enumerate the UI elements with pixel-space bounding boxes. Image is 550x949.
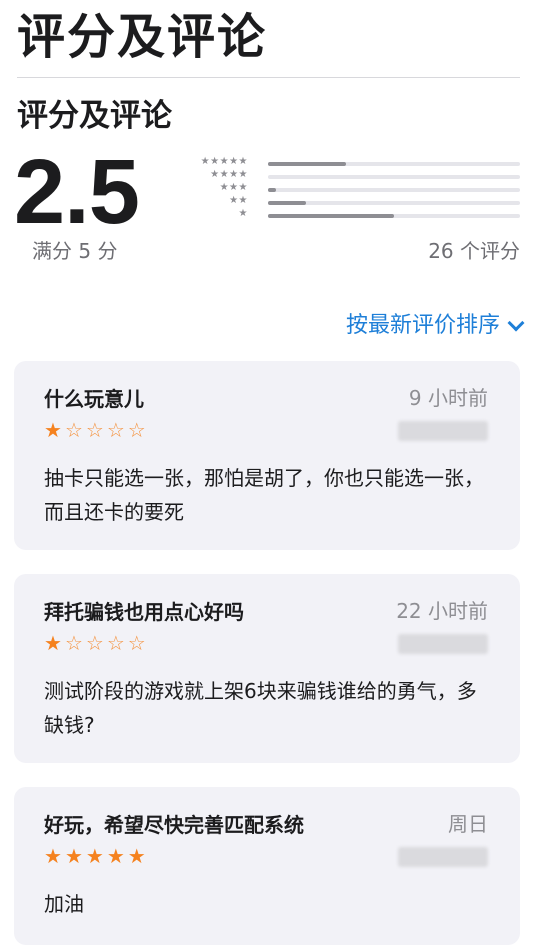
star-filled-icon: ★ [85, 844, 104, 868]
histogram-track-1 [268, 214, 520, 218]
review-body: 抽卡只能选一张，那怕是胡了，你也只能选一张，而且还卡的要死 [44, 466, 484, 524]
star-filled-icon: ★ [64, 844, 83, 868]
average-rating: 2.5 [14, 141, 140, 243]
histogram-track-4 [268, 175, 520, 179]
star-filled-icon: ★ [106, 844, 125, 868]
review-author-blurred [398, 634, 488, 654]
star-empty-icon: ☆ [127, 418, 146, 442]
rating-count: 26 个评分 [428, 239, 520, 263]
star-empty-icon: ☆ [64, 631, 83, 655]
histogram-track-2 [268, 201, 520, 205]
histogram-stars-2: ★★ [229, 195, 248, 206]
star-empty-icon: ☆ [64, 418, 83, 442]
review-date: 周日 [448, 812, 488, 836]
review-author-blurred [398, 847, 488, 867]
histogram-track-5 [268, 162, 520, 166]
review-card[interactable]: 什么玩意儿 9 小时前 ★ ☆ ☆ ☆ ☆ 抽卡只能选一张，那怕是胡了，你也只能选一张，… [14, 361, 520, 550]
histogram-stars-5: ★★★★★ [200, 156, 248, 167]
histogram-bar-3 [268, 188, 276, 192]
star-filled-icon: ★ [127, 844, 146, 868]
histogram-row-2: ★★ [182, 195, 520, 209]
review-stars: ★ ★ ★ ★ ★ [44, 843, 146, 869]
histogram-bar-1 [268, 214, 394, 218]
sort-button[interactable]: 按最新评价排序 [345, 309, 525, 343]
review-stars: ★ ☆ ☆ ☆ ☆ [44, 630, 146, 656]
histogram-stars-4: ★★★★ [210, 169, 248, 180]
ratings-section-title: 评分及评论 [17, 98, 172, 134]
review-card[interactable]: 好玩，希望尽快完善匹配系统 周日 ★ ★ ★ ★ ★ 加油 [14, 787, 520, 945]
star-empty-icon: ☆ [85, 418, 104, 442]
star-filled-icon: ★ [44, 631, 62, 655]
histogram-bar-2 [268, 201, 306, 205]
page-title: 评分及评论 [17, 9, 268, 65]
star-filled-icon: ★ [44, 418, 62, 442]
review-title: 什么玩意儿 [44, 387, 144, 411]
review-card[interactable]: 拜托骗钱也用点心好吗 22 小时前 ★ ☆ ☆ ☆ ☆ 测试阶段的游戏就上架6块来骗钱谁… [14, 574, 520, 763]
histogram-stars-1: ★ [238, 208, 248, 219]
sort-label: 按最新评价排序 [345, 313, 500, 338]
star-empty-icon: ☆ [106, 418, 125, 442]
histogram-row-1: ★ [182, 208, 520, 222]
star-empty-icon: ☆ [106, 631, 125, 655]
rating-scale-label: 满分 5 分 [32, 239, 118, 263]
star-empty-icon: ☆ [127, 631, 146, 655]
review-date: 22 小时前 [396, 599, 488, 623]
review-author-blurred [398, 421, 488, 441]
chevron-down-icon [507, 314, 525, 332]
review-title: 拜托骗钱也用点心好吗 [44, 600, 244, 624]
review-body: 测试阶段的游戏就上架6块来骗钱谁给的勇气，多缺钱? [44, 679, 477, 737]
histogram-bar-5 [268, 162, 347, 166]
review-title: 好玩，希望尽快完善匹配系统 [44, 813, 304, 837]
histogram-track-3 [268, 188, 520, 192]
rating-histogram: ★★★★★ ★★★★ ★★★ ★★ ★ [182, 156, 520, 222]
title-divider [17, 77, 520, 78]
star-filled-icon: ★ [44, 844, 62, 868]
histogram-stars-3: ★★★ [219, 182, 248, 193]
review-stars: ★ ☆ ☆ ☆ ☆ [44, 417, 146, 443]
review-body: 加油 [44, 892, 84, 916]
star-empty-icon: ☆ [85, 631, 104, 655]
review-date: 9 小时前 [408, 386, 488, 410]
